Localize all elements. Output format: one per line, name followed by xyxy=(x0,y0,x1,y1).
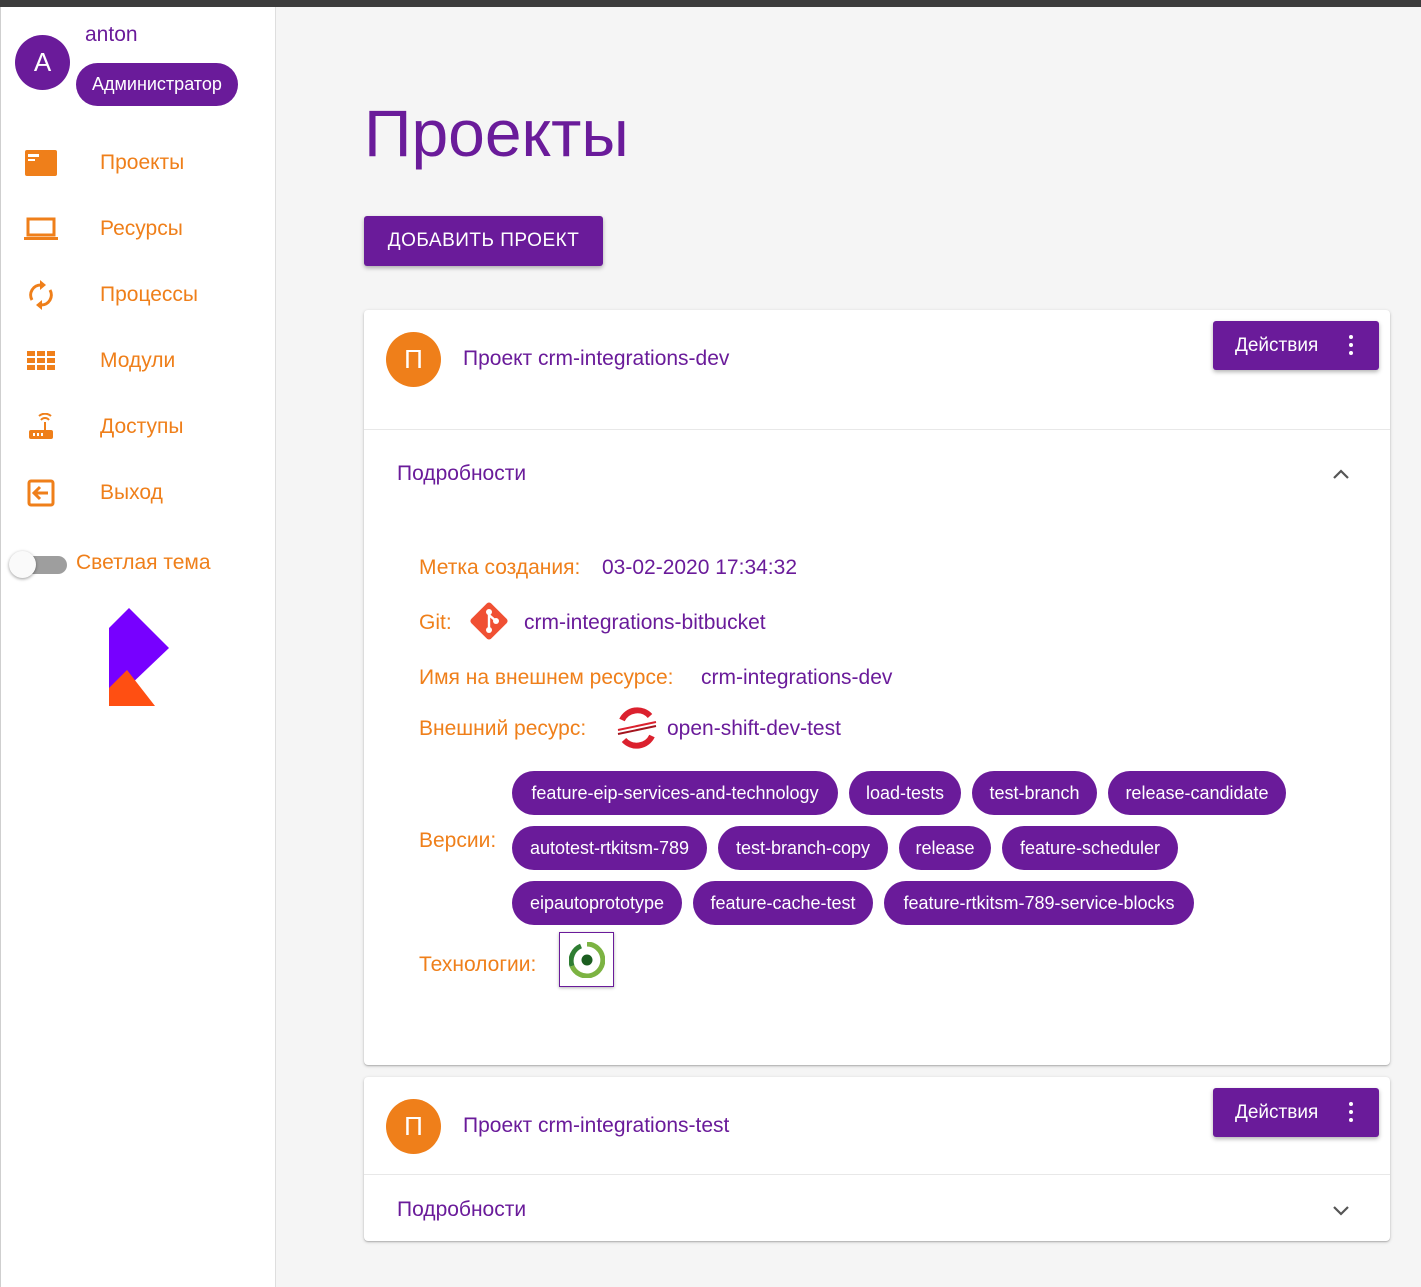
external-resource-label: Внешний ресурс: xyxy=(419,717,587,740)
modules-grid-icon xyxy=(23,343,59,379)
version-chip[interactable]: release xyxy=(899,826,991,870)
projects-icon xyxy=(23,145,59,181)
project-title: Проект crm-integrations-dev xyxy=(463,347,730,370)
actions-label: Действия xyxy=(1235,334,1319,356)
version-chip[interactable]: feature-rtkitsm-789-service-blocks xyxy=(884,881,1194,925)
exit-icon xyxy=(23,475,59,511)
actions-button[interactable]: Действия xyxy=(1213,1088,1379,1137)
sidebar-item-resources[interactable]: Ресурсы xyxy=(1,201,275,257)
openshift-icon xyxy=(617,707,657,749)
sidebar-item-modules[interactable]: Модули xyxy=(1,333,275,389)
sidebar-item-projects[interactable]: Проекты xyxy=(1,135,275,191)
project-avatar: П xyxy=(386,332,441,387)
details-toggle[interactable]: Подробности xyxy=(397,462,526,486)
circleci-icon xyxy=(568,941,605,978)
sidebar-item-label: Выход xyxy=(100,481,163,504)
sidebar-item-label: Доступы xyxy=(100,415,184,438)
company-logo xyxy=(107,608,171,710)
window-top-bar xyxy=(0,0,1421,7)
project-card: П Проект crm-integrations-test Действия … xyxy=(364,1077,1390,1241)
chevron-up-icon[interactable] xyxy=(1330,463,1352,485)
version-chip[interactable]: load-tests xyxy=(849,771,961,815)
project-card: П Проект crm-integrations-dev Действия П… xyxy=(364,310,1390,1065)
version-chip[interactable]: autotest-rtkitsm-789 xyxy=(512,826,707,870)
created-label: Метка создания: xyxy=(419,556,581,579)
version-chip[interactable]: feature-eip-services-and-technology xyxy=(512,771,838,815)
sidebar-item-access[interactable]: Доступы xyxy=(1,399,275,455)
card-divider xyxy=(364,1174,1390,1175)
theme-switch-thumb[interactable] xyxy=(9,551,36,578)
technology-item[interactable] xyxy=(559,932,614,987)
sidebar: A anton Администратор Проекты Ресурсы Пр… xyxy=(0,7,276,1287)
created-value: 03-02-2020 17:34:32 xyxy=(602,556,797,579)
version-chip[interactable]: feature-scheduler xyxy=(1002,826,1178,870)
username: anton xyxy=(85,23,138,46)
main-content: Проекты ДОБАВИТЬ ПРОЕКТ П Проект crm-int… xyxy=(276,7,1421,1287)
role-badge: Администратор xyxy=(76,63,238,106)
version-chip[interactable]: test-branch-copy xyxy=(718,826,888,870)
sidebar-item-processes[interactable]: Процессы xyxy=(1,267,275,323)
laptop-icon xyxy=(23,211,59,247)
sync-icon xyxy=(23,277,59,313)
git-value[interactable]: crm-integrations-bitbucket xyxy=(524,611,766,635)
more-vert-icon xyxy=(1349,335,1353,355)
add-project-button[interactable]: ДОБАВИТЬ ПРОЕКТ xyxy=(364,216,603,266)
sidebar-item-label: Модули xyxy=(100,349,176,372)
user-avatar[interactable]: A xyxy=(15,35,70,90)
external-name-value: crm-integrations-dev xyxy=(701,666,893,689)
actions-button[interactable]: Действия xyxy=(1213,321,1379,370)
version-chip[interactable]: feature-cache-test xyxy=(693,881,873,925)
chevron-down-icon[interactable] xyxy=(1330,1199,1352,1221)
git-icon xyxy=(470,602,508,640)
external-name-label: Имя на внешнем ресурсе: xyxy=(419,666,674,689)
sidebar-item-label: Ресурсы xyxy=(100,217,183,240)
card-divider xyxy=(364,429,1390,430)
sidebar-item-logout[interactable]: Выход xyxy=(1,465,275,521)
versions-label: Версии: xyxy=(419,829,497,852)
project-avatar: П xyxy=(386,1099,441,1154)
external-resource-value[interactable]: open-shift-dev-test xyxy=(667,717,841,741)
router-icon xyxy=(23,409,59,445)
sidebar-item-label: Проекты xyxy=(100,151,185,174)
version-chip[interactable]: test-branch xyxy=(972,771,1097,815)
more-vert-icon xyxy=(1349,1102,1353,1122)
actions-label: Действия xyxy=(1235,1101,1319,1123)
details-toggle[interactable]: Подробности xyxy=(397,1198,526,1222)
version-chip[interactable]: eipautoprototype xyxy=(512,881,682,925)
sidebar-item-label: Процессы xyxy=(100,283,199,306)
project-title: Проект crm-integrations-test xyxy=(463,1114,730,1137)
version-chip[interactable]: release-candidate xyxy=(1108,771,1286,815)
page-title: Проекты xyxy=(364,96,629,170)
technologies-label: Технологии: xyxy=(419,953,537,976)
theme-toggle-row[interactable]: Светлая тема xyxy=(9,547,269,581)
git-label: Git: xyxy=(419,611,452,634)
theme-toggle-label: Светлая тема xyxy=(76,551,211,574)
